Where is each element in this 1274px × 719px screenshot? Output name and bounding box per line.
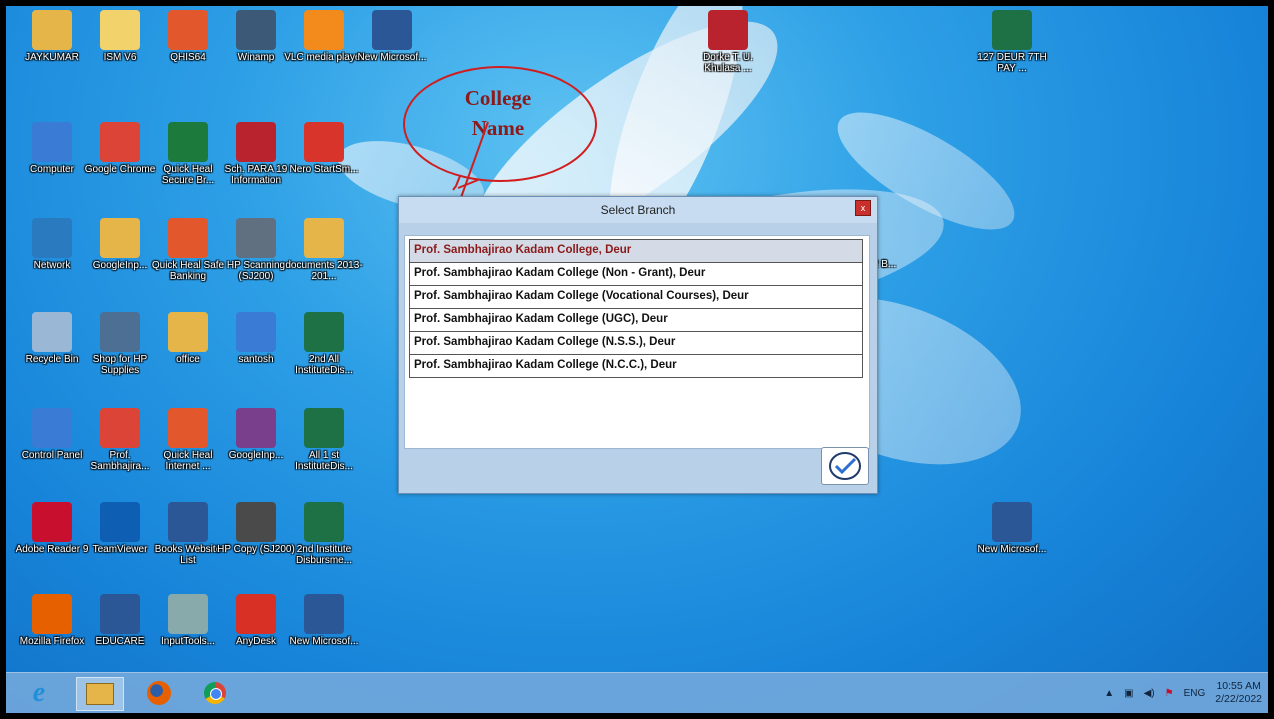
select-branch-dialog: Select Branch x Prof. Sambhajirao Kadam … (398, 196, 878, 494)
folder-shortcut-icon (304, 218, 344, 258)
pdf-doc-icon (708, 10, 748, 50)
excel-doc-icon (304, 408, 344, 448)
desktop: JAYKUMAR ISM V6 QHIS64 Winamp VLC media play… (6, 6, 1268, 713)
firefox-icon (32, 594, 72, 634)
volume-icon[interactable]: ◀) (1144, 688, 1155, 699)
branch-list-item[interactable]: Prof. Sambhajirao Kadam College (Non - G… (409, 263, 863, 286)
excel-doc-icon (992, 10, 1032, 50)
excel-doc-icon (304, 312, 344, 352)
desktop-icon[interactable]: 127 DEUR 7TH PAY ... (972, 8, 1052, 104)
network-icon[interactable]: ▣ (1124, 688, 1133, 699)
checkmark-circle-icon (829, 452, 861, 480)
computer-icon (236, 312, 276, 352)
info-app-icon (100, 10, 140, 50)
desktop-icon-label: documents 2013-201... (285, 260, 363, 282)
vlc-cone-icon (304, 10, 344, 50)
word-doc-icon (168, 502, 208, 542)
pdf-doc-icon (236, 122, 276, 162)
folder-icon (168, 312, 208, 352)
clock-time: 10:55 AM (1216, 680, 1261, 692)
desktop-icon[interactable]: Dorke T. U. Khulasa ... (688, 8, 768, 104)
word-doc-icon (304, 594, 344, 634)
desktop-icon-label: Nero StartSm... (289, 164, 359, 175)
secure-browser-icon (168, 122, 208, 162)
file-explorer-icon[interactable] (76, 677, 124, 711)
desktop-icon[interactable]: documents 2013-201... (284, 216, 364, 312)
desktop-icon-label: 2nd Institute Disbursme... (295, 544, 353, 566)
educare-icon (100, 594, 140, 634)
desktop-icon-label: New Microsof... (289, 636, 359, 647)
network-globe-icon (32, 218, 72, 258)
desktop-icon-label: 2nd All InstituteDis... (295, 354, 353, 376)
chrome-profile-icon (100, 408, 140, 448)
winamp-icon (236, 10, 276, 50)
clock-date: 2/22/2022 (1215, 693, 1262, 705)
branch-list-item[interactable]: Prof. Sambhajirao Kadam College (UGC), D… (409, 309, 863, 332)
dialog-title: Select Branch (399, 197, 877, 223)
branch-list-item[interactable]: Prof. Sambhajirao Kadam College (N.C.C.)… (409, 355, 863, 378)
desktop-icon[interactable]: 2nd All InstituteDis... (284, 310, 364, 406)
ok-button[interactable] (821, 447, 869, 485)
branch-list-item[interactable]: Prof. Sambhajirao Kadam College, Deur (409, 239, 863, 263)
firefox-icon[interactable] (136, 677, 182, 709)
clock[interactable]: 10:55 AM 2/22/2022 (1215, 680, 1262, 706)
system-tray: ▲ ▣ ◀) ⚑ ENG 10:55 AM 2/22/2022 (1104, 677, 1262, 709)
branch-list-item[interactable]: Prof. Sambhajirao Kadam College (N.S.S.)… (409, 332, 863, 355)
anydesk-icon (236, 594, 276, 634)
teamviewer-icon (100, 502, 140, 542)
control-panel-icon (32, 408, 72, 448)
excel-doc-icon (304, 502, 344, 542)
branch-list-item[interactable]: Prof. Sambhajirao Kadam College (Vocatio… (409, 286, 863, 309)
printer-icon (100, 312, 140, 352)
word-doc-icon (992, 502, 1032, 542)
callout-line-1: College (464, 86, 532, 110)
close-icon[interactable]: x (855, 200, 871, 216)
folder-user-icon (32, 10, 72, 50)
quickheal-icon (168, 10, 208, 50)
desktop-icon-label: New Microsof... (357, 52, 427, 63)
desktop-icon-label: New Microsof... (977, 544, 1047, 555)
scanner-icon (236, 218, 276, 258)
winrar-icon (236, 408, 276, 448)
chrome-icon (100, 122, 140, 162)
desktop-icon[interactable]: Nero StartSm... (284, 120, 364, 216)
desktop-icon-label: Dorke T. U. Khulasa ... (703, 52, 753, 74)
desktop-icon-label: 127 DEUR 7TH PAY ... (977, 52, 1047, 74)
safe-banking-icon (168, 218, 208, 258)
computer-icon (32, 122, 72, 162)
quickheal-q-icon (168, 408, 208, 448)
language-indicator[interactable]: ENG (1184, 688, 1206, 699)
action-center-flag-icon[interactable]: ⚑ (1165, 688, 1174, 699)
desktop-icon[interactable]: New Microsof... (972, 500, 1052, 596)
desktop-icon[interactable]: All 1 st InstituteDis... (284, 406, 364, 502)
show-hidden-icons-icon[interactable]: ▲ (1104, 688, 1114, 699)
desktop-icon[interactable]: 2nd Institute Disbursme... (284, 500, 364, 596)
adobe-reader-icon (32, 502, 72, 542)
input-tools-icon (168, 594, 208, 634)
chrome-icon[interactable] (192, 677, 238, 709)
copier-icon (236, 502, 276, 542)
internet-explorer-icon[interactable]: e (16, 677, 62, 709)
folder-icon (100, 218, 140, 258)
branch-list: Prof. Sambhajirao Kadam College, Deur Pro… (404, 235, 870, 449)
word-doc-icon (372, 10, 412, 50)
taskbar: e ▲ ▣ ◀) ⚑ ENG 10:55 AM 2/22/2022 (6, 672, 1268, 713)
nero-icon (304, 122, 344, 162)
recycle-bin-icon (32, 312, 72, 352)
desktop-icon-label: All 1 st InstituteDis... (295, 450, 353, 472)
